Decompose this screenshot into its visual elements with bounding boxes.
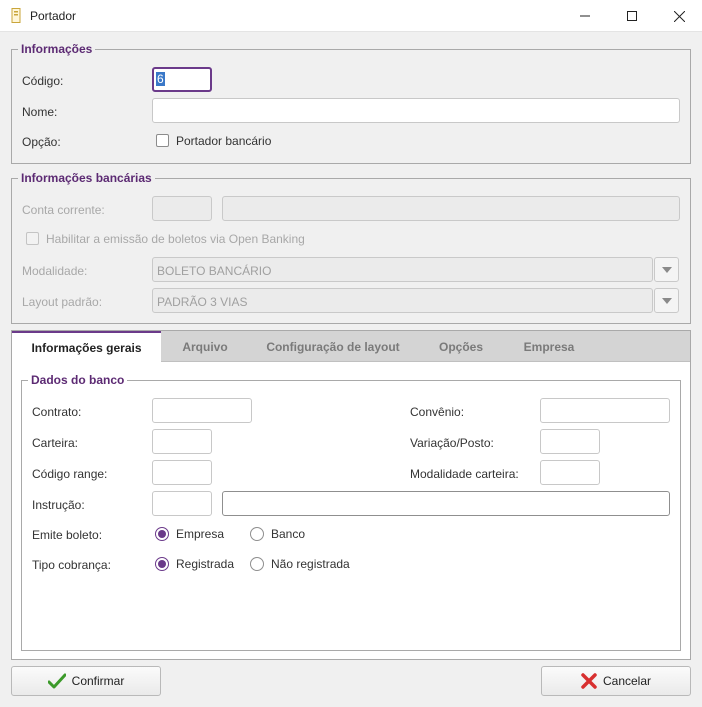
codigo-range-label: Código range: [32, 467, 108, 481]
cancel-x-icon [581, 673, 597, 689]
emite-boleto-empresa-label[interactable]: Empresa [176, 527, 224, 541]
minimize-button[interactable] [562, 0, 608, 32]
modalidade-dropdown-button[interactable] [654, 257, 679, 282]
modalidade-carteira-label: Modalidade carteira: [410, 467, 519, 481]
tab-strip: Informações gerais Arquivo Configuração … [12, 331, 690, 363]
app-icon [11, 8, 21, 23]
conta-corrente-name-input[interactable] [222, 196, 680, 221]
conta-corrente-label: Conta corrente: [22, 203, 105, 217]
layout-padrao-select[interactable]: PADRÃO 3 VIAS [152, 288, 653, 313]
emite-boleto-banco-radio[interactable] [250, 527, 264, 541]
carteira-input[interactable] [152, 429, 212, 454]
modalidade-carteira-input[interactable] [540, 460, 600, 485]
tipo-cobranca-registrada-radio[interactable] [155, 557, 169, 571]
open-banking-label[interactable]: Habilitar a emissão de boletos via Open … [46, 232, 305, 246]
chevron-down-icon [661, 297, 672, 304]
window-title: Portador [30, 9, 77, 23]
convenio-input[interactable] [540, 398, 670, 423]
portador-bancario-checkbox[interactable] [156, 134, 169, 147]
emite-boleto-label: Emite boleto: [32, 528, 103, 542]
cancel-label: Cancelar [602, 674, 652, 688]
bank-info-legend: Informações bancárias [21, 171, 152, 185]
instrucao-code-input[interactable] [152, 491, 212, 516]
variacao-posto-input[interactable] [540, 429, 600, 454]
tab-configuracao-layout[interactable]: Configuração de layout [249, 331, 417, 362]
tab-opcoes[interactable]: Opções [417, 331, 505, 362]
instrucao-label: Instrução: [32, 498, 85, 512]
emite-boleto-empresa-radio[interactable] [155, 527, 169, 541]
contrato-input[interactable] [152, 398, 252, 423]
portador-bancario-label[interactable]: Portador bancário [176, 134, 271, 148]
checkmark-icon [47, 673, 66, 689]
emite-boleto-banco-label[interactable]: Banco [271, 527, 305, 541]
chevron-down-icon [661, 266, 672, 273]
carteira-label: Carteira: [32, 436, 79, 450]
bank-data-legend: Dados do banco [31, 373, 125, 387]
modalidade-label: Modalidade: [22, 264, 88, 278]
tab-arquivo[interactable]: Arquivo [161, 331, 249, 362]
open-banking-checkbox[interactable] [26, 232, 39, 245]
conta-corrente-code-input[interactable] [152, 196, 212, 221]
confirm-button[interactable]: Confirmar [11, 666, 161, 696]
layout-padrao-value: PADRÃO 3 VIAS [157, 295, 248, 309]
tipo-cobranca-label: Tipo cobrança: [32, 558, 111, 572]
info-legend: Informações [21, 42, 93, 56]
modalidade-select[interactable]: BOLETO BANCÁRIO [152, 257, 653, 282]
modalidade-value: BOLETO BANCÁRIO [157, 264, 272, 278]
instrucao-text-input[interactable] [222, 491, 670, 516]
maximize-icon [627, 11, 637, 21]
tab-empresa[interactable]: Empresa [505, 331, 593, 362]
close-button[interactable] [656, 0, 702, 32]
tipo-cobranca-nao-registrada-label[interactable]: Não registrada [271, 557, 350, 571]
tipo-cobranca-registrada-label[interactable]: Registrada [176, 557, 234, 571]
codigo-range-input[interactable] [152, 460, 212, 485]
codigo-label: Código: [22, 74, 64, 88]
contrato-label: Contrato: [32, 405, 82, 419]
nome-label: Nome: [22, 105, 58, 119]
variacao-posto-label: Variação/Posto: [410, 436, 494, 450]
codigo-value: 6 [156, 72, 165, 86]
nome-input[interactable] [152, 98, 680, 123]
confirm-label: Confirmar [71, 674, 125, 688]
tab-informacoes-gerais[interactable]: Informações gerais [12, 331, 161, 363]
cancel-button[interactable]: Cancelar [541, 666, 691, 696]
layout-padrao-dropdown-button[interactable] [654, 288, 679, 313]
minimize-icon [580, 15, 590, 17]
maximize-button[interactable] [609, 0, 655, 32]
close-icon [673, 10, 685, 22]
layout-padrao-label: Layout padrão: [22, 295, 103, 309]
convenio-label: Convênio: [410, 405, 465, 419]
opcao-label: Opção: [22, 135, 61, 149]
title-bar: Portador [0, 0, 702, 32]
codigo-input[interactable]: 6 [152, 67, 212, 92]
tipo-cobranca-nao-registrada-radio[interactable] [250, 557, 264, 571]
